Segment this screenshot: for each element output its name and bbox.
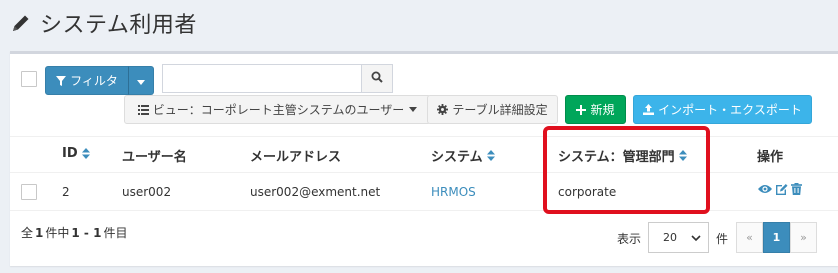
- pencil-icon: [10, 12, 32, 34]
- summary-range: 1 - 1: [71, 226, 102, 240]
- search-input[interactable]: [162, 64, 362, 93]
- pagination-next[interactable]: »: [790, 222, 817, 253]
- content-box: フィルタ ビュー：コーポレート主管システムのユーザー テーブル詳細設定 新規 イ…: [10, 51, 838, 266]
- summary-mid: 件中: [45, 226, 70, 240]
- edit-icon[interactable]: [775, 183, 788, 198]
- column-header-id[interactable]: ID: [62, 146, 90, 161]
- upload-icon: [643, 104, 655, 115]
- pagination: « 1 »: [736, 222, 817, 253]
- cell-email: user002@exment.net: [250, 185, 381, 199]
- sort-icon: [81, 148, 90, 159]
- column-header-user-label: ユーザー名: [122, 150, 187, 165]
- view-select-label: ビュー：コーポレート主管システムのユーザー: [152, 103, 405, 117]
- cell-system-link[interactable]: HRMOS: [431, 185, 476, 199]
- caret-down-icon: [409, 107, 418, 112]
- column-header-email-label: メールアドレス: [250, 150, 342, 165]
- cell-id: 2: [62, 185, 70, 199]
- divider: [10, 172, 838, 173]
- view-select-button[interactable]: ビュー：コーポレート主管システムのユーザー: [124, 95, 431, 124]
- gear-icon: [437, 104, 449, 115]
- filter-button[interactable]: フィルタ: [45, 66, 129, 95]
- select-all-checkbox[interactable]: [21, 71, 37, 87]
- row-actions: [758, 183, 802, 198]
- column-header-id-label: ID: [62, 146, 78, 161]
- per-page-select[interactable]: 20: [648, 222, 709, 253]
- pagination-page-1[interactable]: 1: [763, 222, 790, 253]
- pagination-summary: 全 1 件中 1 - 1 件目: [21, 224, 127, 241]
- column-header-email: メールアドレス: [250, 146, 341, 165]
- row-checkbox[interactable]: [21, 184, 37, 200]
- new-button-label: 新規: [590, 103, 615, 117]
- search-icon: [371, 71, 383, 87]
- pagination-prev[interactable]: «: [736, 222, 763, 253]
- search-button[interactable]: [361, 64, 393, 93]
- column-header-system[interactable]: システム: [431, 146, 495, 165]
- divider: [10, 210, 838, 211]
- summary-suffix: 件目: [103, 226, 128, 240]
- divider: [10, 136, 838, 137]
- import-export-label: インポート・エクスポート: [658, 103, 802, 117]
- table-settings-label: テーブル詳細設定: [452, 103, 548, 117]
- column-header-actions: 操作: [757, 146, 783, 165]
- page-header: システム利用者: [10, 6, 197, 40]
- summary-total: 1: [35, 226, 44, 240]
- filter-button-label: フィルタ: [70, 74, 118, 88]
- plus-icon: [576, 104, 587, 115]
- caret-down-icon: [137, 74, 145, 88]
- import-export-button[interactable]: インポート・エクスポート: [633, 95, 812, 124]
- sort-icon: [486, 150, 495, 161]
- filter-dropdown-button[interactable]: [128, 66, 154, 95]
- highlight-annotation: [543, 126, 710, 214]
- cell-user: user002: [122, 185, 172, 199]
- per-page-label: 表示: [617, 232, 642, 246]
- trash-icon[interactable]: [791, 183, 802, 198]
- new-button[interactable]: 新規: [565, 95, 626, 124]
- per-page-unit: 件: [716, 232, 729, 246]
- chevron-down-icon: [691, 235, 701, 242]
- column-header-system-label: システム: [431, 150, 483, 165]
- list-icon: [137, 104, 149, 115]
- page-title: システム利用者: [40, 13, 197, 38]
- column-header-actions-label: 操作: [757, 150, 784, 165]
- eye-icon[interactable]: [758, 183, 772, 198]
- per-page-value: 20: [663, 231, 677, 244]
- table-settings-button[interactable]: テーブル詳細設定: [427, 95, 558, 124]
- filter-icon: [56, 75, 67, 86]
- summary-prefix: 全: [21, 226, 34, 240]
- column-header-user: ユーザー名: [122, 146, 187, 165]
